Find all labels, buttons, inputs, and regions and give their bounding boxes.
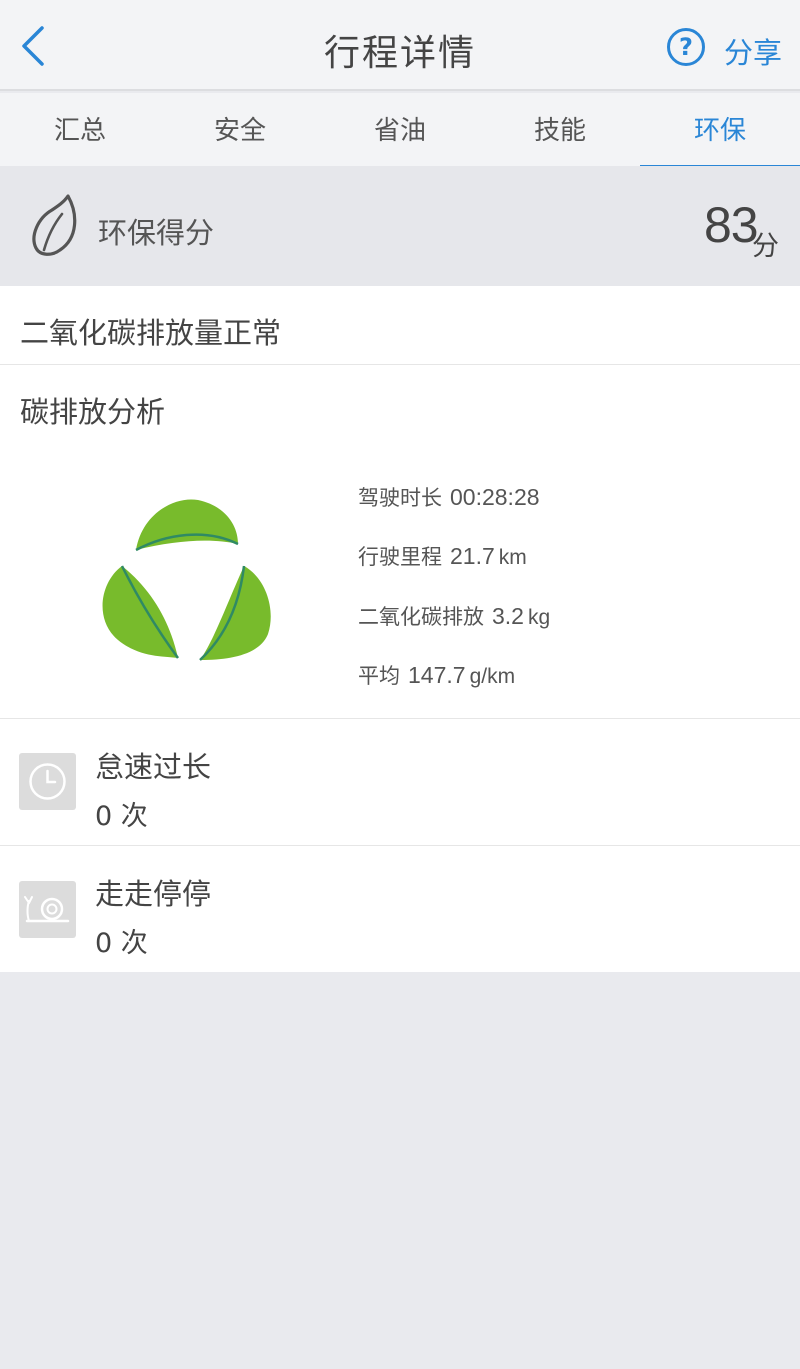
tab-safety[interactable]: 安全 bbox=[160, 93, 320, 166]
stop-go-item-count: 0 次 bbox=[95, 928, 148, 959]
stat-value: 00:28:28 bbox=[450, 484, 540, 510]
idle-item-icon-box bbox=[19, 753, 76, 810]
stat-label: 平均 bbox=[358, 665, 400, 688]
stop-go-item-title: 走走停停 bbox=[95, 877, 212, 911]
stat-driving-duration: 驾驶时长 00:28:28 bbox=[358, 482, 540, 512]
eco-score-label: 环保得分 bbox=[98, 216, 215, 250]
stat-value: 21.7 bbox=[450, 543, 495, 569]
recycle-leaves-icon bbox=[102, 499, 271, 661]
stat-label: 驾驶时长 bbox=[358, 487, 442, 510]
stat-unit: kg bbox=[527, 606, 551, 629]
tab-fuel-saving[interactable]: 省油 bbox=[320, 93, 480, 166]
idle-item-count: 0 次 bbox=[95, 801, 148, 832]
stat-label: 二氧化碳排放 bbox=[358, 606, 484, 629]
stat-mileage: 行驶里程 21.7 km bbox=[358, 541, 527, 571]
stat-average: 平均 147.7 g/km bbox=[358, 660, 515, 690]
help-button[interactable]: ? bbox=[667, 28, 705, 66]
snail-icon bbox=[24, 896, 70, 923]
tab-eco[interactable]: 环保 bbox=[640, 93, 800, 169]
clock-icon bbox=[29, 763, 66, 800]
stat-unit: km bbox=[498, 546, 527, 569]
emission-status-text: 二氧化碳排放量正常 bbox=[20, 316, 282, 350]
eco-score-unit: 分 bbox=[752, 231, 779, 262]
stat-co2-emission: 二氧化碳排放 3.2 kg bbox=[358, 601, 550, 631]
divider bbox=[0, 364, 800, 365]
stat-unit: g/km bbox=[469, 665, 516, 688]
tab-skill[interactable]: 技能 bbox=[480, 93, 640, 166]
leaf-icon bbox=[32, 194, 77, 256]
idle-item-title: 怠速过长 bbox=[95, 750, 212, 784]
stat-value: 147.7 bbox=[408, 662, 466, 688]
tab-bar: 汇总 安全 省油 技能 环保 bbox=[0, 93, 800, 169]
divider bbox=[0, 845, 800, 846]
tab-summary[interactable]: 汇总 bbox=[0, 93, 160, 166]
top-nav-bar: 行程详情 ? 分享 bbox=[0, 0, 800, 91]
stat-label: 行驶里程 bbox=[358, 546, 442, 569]
eco-score-value: 83 bbox=[704, 197, 759, 253]
stop-go-item-icon-box bbox=[19, 881, 76, 938]
stat-value: 3.2 bbox=[492, 603, 524, 629]
analysis-title: 碳排放分析 bbox=[20, 395, 166, 429]
divider bbox=[0, 718, 800, 719]
share-button[interactable]: 分享 bbox=[724, 30, 782, 72]
